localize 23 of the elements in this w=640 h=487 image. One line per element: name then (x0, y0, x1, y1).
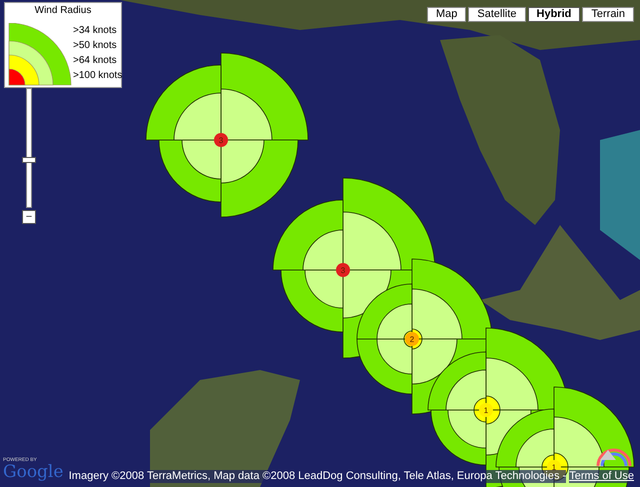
category-number: 1 (552, 463, 556, 472)
legend-label: >100 knots (73, 70, 122, 82)
map-type-tab[interactable]: Satellite (468, 7, 526, 22)
zoom-out-button[interactable]: − (22, 210, 36, 224)
category-number: 3 (340, 266, 346, 275)
category-number: 3 (218, 136, 224, 145)
rainbow-logo-icon (596, 446, 632, 468)
hurricane-icon[interactable] (405, 332, 419, 346)
map-type-tab[interactable]: Hybrid (528, 7, 580, 22)
legend-label: >34 knots (73, 25, 118, 37)
hurricane-icon[interactable] (479, 403, 493, 417)
legend-label: >50 knots (73, 40, 118, 52)
hurricane-icon[interactable] (336, 263, 350, 277)
hurricane-icon[interactable] (214, 133, 228, 147)
category-number: 1 (484, 406, 488, 415)
terms-link[interactable]: Terms of Use (569, 470, 634, 483)
category-number: 2 (410, 335, 414, 344)
legend-title: Wind Radius (34, 5, 92, 17)
legend-label: >64 knots (73, 55, 118, 67)
map-type-tab[interactable]: Terrain (582, 7, 634, 22)
slider-thumb[interactable] (22, 156, 36, 163)
map-type-tab[interactable]: Map (426, 7, 466, 22)
attribution-text: Imagery ©2008 TerraMetrics, Map data ©2008 LeadDog Consulting, Tele Atlas, Europa Technologies - (68, 470, 566, 483)
